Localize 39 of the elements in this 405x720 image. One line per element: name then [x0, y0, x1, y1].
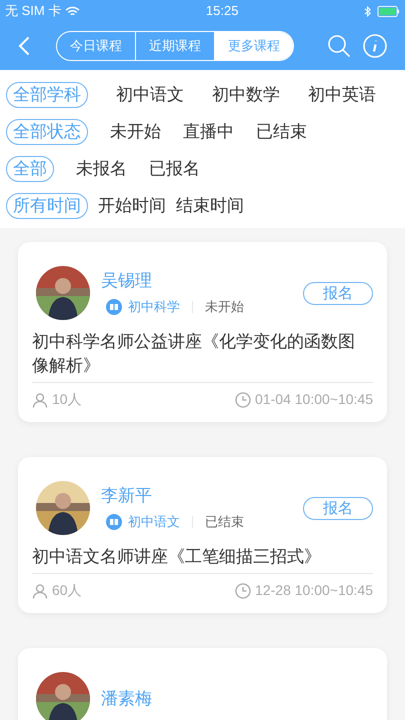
- bluetooth-icon: [364, 6, 371, 16]
- participant-count: 60人: [52, 581, 82, 600]
- book-icon: [106, 514, 122, 530]
- battery-icon: [376, 6, 400, 16]
- wifi-icon: [65, 6, 80, 16]
- filter-option[interactable]: 初中语文: [116, 82, 184, 108]
- clock-time: 15:25: [206, 2, 238, 20]
- person-icon: [32, 392, 48, 408]
- status-label: 已结束: [205, 513, 244, 532]
- filter-option[interactable]: 未报名: [76, 156, 127, 182]
- course-card[interactable]: 李新平 初中语文 已结束 报名 初中语文名师讲座《工笔细描三招式》 60人 12-28 10:00~10:45: [18, 457, 387, 613]
- filter-option[interactable]: 开始时间: [98, 192, 166, 218]
- teacher-name: 李新平: [101, 485, 153, 508]
- filter-option[interactable]: 未开始: [110, 118, 161, 144]
- filter-option[interactable]: 初中数学: [212, 82, 280, 108]
- course-title: 初中语文名师讲座《工笔细描三招式》: [32, 546, 322, 568]
- course-card[interactable]: 吴锡理 初中科学 未开始 报名 初中科学名师公益讲座《化学变化的函数图像解析》 10人 01-04 10:00~10:45: [18, 242, 387, 422]
- clock-icon: [235, 392, 252, 408]
- search-icon[interactable]: [327, 34, 351, 58]
- filter-option[interactable]: 已结束: [256, 118, 307, 144]
- filter-option[interactable]: 初中英语: [308, 82, 376, 108]
- person-icon: [32, 582, 48, 598]
- subject-label: 初中语文: [128, 513, 180, 532]
- filter-option[interactable]: 直播中: [183, 118, 234, 144]
- course-title: 初中科学名师公益讲座《化学变化的函数图像解析》: [32, 331, 356, 377]
- teacher-name: 潘素梅: [101, 688, 153, 710]
- subject-label: 初中科学: [128, 298, 180, 316]
- course-time: 01-04 10:00~10:45: [255, 390, 373, 409]
- participant-count: 10人: [52, 390, 82, 409]
- filter-option[interactable]: 已报名: [149, 156, 200, 182]
- book-icon: [106, 299, 122, 315]
- clock-icon: [235, 582, 252, 598]
- carrier-label: 无 SIM 卡: [5, 2, 62, 20]
- course-time: 12-28 10:00~10:45: [255, 581, 373, 600]
- teacher-name: 吴锡理: [101, 270, 153, 292]
- info-icon[interactable]: [363, 34, 387, 58]
- status-label: 未开始: [205, 298, 244, 316]
- back-icon[interactable]: [18, 36, 30, 56]
- filter-option[interactable]: 结束时间: [176, 192, 244, 218]
